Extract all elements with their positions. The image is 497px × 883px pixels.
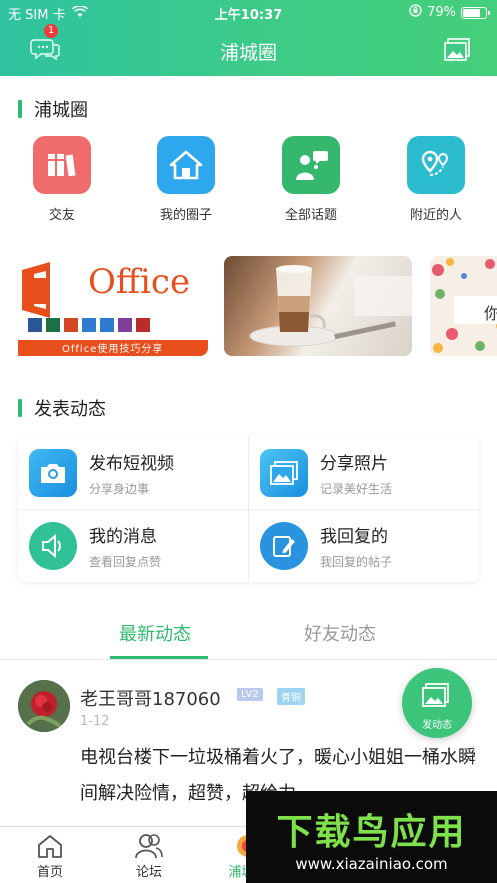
quick-item-label: 我的圈子 bbox=[159, 208, 212, 223]
unread-badge: 1 bbox=[44, 24, 58, 38]
home-icon bbox=[157, 136, 215, 194]
avatar[interactable] bbox=[18, 680, 70, 732]
tabbar-forum-label: 论坛 bbox=[135, 865, 162, 880]
banner-office-title: Office bbox=[88, 262, 191, 302]
tabbar-home-label: 首页 bbox=[36, 865, 63, 880]
forum-icon bbox=[119, 831, 179, 861]
home-icon bbox=[20, 831, 80, 861]
watermark-title: 下载鸟应用 bbox=[276, 812, 467, 853]
orientation-lock-icon bbox=[409, 4, 422, 21]
location-icon bbox=[407, 136, 465, 194]
my-replies-button[interactable]: 我回复的 我回复的帖子 bbox=[249, 509, 479, 582]
banner-carousel[interactable]: Office Office使用技巧分享 你 bbox=[0, 256, 497, 358]
post-date: 1-12 bbox=[80, 714, 110, 729]
banner-office[interactable]: Office Office使用技巧分享 bbox=[12, 256, 208, 356]
volume-icon bbox=[29, 521, 77, 570]
action-title: 我的消息 bbox=[89, 526, 157, 547]
quick-item-all-topics[interactable]: 全部话题 bbox=[266, 136, 356, 223]
watermark-url: www.xiazainiao.com bbox=[295, 855, 448, 873]
quick-item-friends[interactable]: 交友 bbox=[17, 136, 107, 223]
watermark-logo: 下载鸟应用 www.xiazainiao.com bbox=[246, 791, 497, 883]
action-title: 发布短视频 bbox=[89, 453, 174, 474]
tabbar-home[interactable]: 首页 bbox=[20, 831, 80, 880]
coffee-photo bbox=[249, 265, 412, 347]
action-subtitle: 记录美好生活 bbox=[320, 481, 393, 496]
battery-percent: 79% bbox=[427, 5, 456, 20]
action-subtitle: 我回复的帖子 bbox=[320, 554, 393, 569]
active-tab-indicator bbox=[110, 656, 208, 659]
quick-entry-grid: 交友 我的圈子 全部话题 附近的人 bbox=[0, 136, 497, 226]
gallery-icon[interactable] bbox=[444, 38, 470, 62]
quick-item-label: 附近的人 bbox=[409, 208, 462, 223]
banner-flowers-text: 你 bbox=[484, 304, 497, 323]
action-title: 我回复的 bbox=[320, 526, 388, 547]
post-video-button[interactable]: 发布短视频 分享身边事 bbox=[18, 436, 248, 509]
circle-section-title: 浦城圈 bbox=[18, 96, 88, 122]
post-username[interactable]: 老王哥哥187060 bbox=[80, 685, 221, 711]
section-marker bbox=[18, 399, 22, 417]
action-title: 分享照片 bbox=[320, 453, 388, 474]
speaker-icon bbox=[282, 136, 340, 194]
quick-item-my-circle[interactable]: 我的圈子 bbox=[141, 136, 231, 223]
tab-latest[interactable]: 最新动态 bbox=[119, 620, 191, 646]
banner-office-caption: Office使用技巧分享 bbox=[62, 344, 164, 355]
battery-icon bbox=[461, 6, 490, 19]
edit-icon bbox=[260, 521, 308, 570]
section-title-text: 发表动态 bbox=[34, 399, 106, 420]
banner-coffee[interactable] bbox=[224, 256, 412, 356]
fab-label: 发动态 bbox=[422, 720, 452, 731]
books-icon bbox=[33, 136, 91, 194]
section-marker bbox=[18, 100, 22, 118]
action-subtitle: 查看回复点赞 bbox=[89, 554, 162, 569]
action-subtitle: 分享身边事 bbox=[89, 481, 150, 496]
page-title: 浦城圈 bbox=[219, 42, 277, 64]
app-header: 无 SIM 卡 上午10:37 79% 1 浦城圈 bbox=[0, 0, 497, 76]
share-photo-button[interactable]: 分享照片 记录美好生活 bbox=[249, 436, 479, 509]
post-actions-card: 发布短视频 分享身边事 分享照片 记录美好生活 我的消息 查看回复点赞 我回复的… bbox=[18, 436, 479, 582]
tabbar-forum[interactable]: 论坛 bbox=[119, 831, 179, 880]
feed-tabs: 最新动态 好友动态 bbox=[0, 608, 497, 660]
my-messages-button[interactable]: 我的消息 查看回复点赞 bbox=[18, 509, 248, 582]
quick-item-nearby[interactable]: 附近的人 bbox=[391, 136, 481, 223]
picture-icon bbox=[422, 683, 449, 707]
tab-friends[interactable]: 好友动态 bbox=[304, 620, 376, 646]
post-section-title: 发表动态 bbox=[18, 395, 106, 421]
camera-icon bbox=[29, 448, 77, 497]
picture-icon bbox=[260, 448, 308, 497]
quick-item-label: 全部话题 bbox=[284, 208, 337, 223]
section-title-text: 浦城圈 bbox=[34, 100, 88, 121]
banner-flowers[interactable]: 你 bbox=[430, 256, 497, 356]
quick-item-label: 交友 bbox=[48, 208, 75, 223]
status-bar: 无 SIM 卡 上午10:37 79% bbox=[0, 0, 497, 24]
grade-badge: 青铜 bbox=[277, 688, 305, 705]
level-badge: LV2 bbox=[237, 688, 263, 701]
new-post-fab[interactable]: 发动态 bbox=[402, 668, 472, 738]
